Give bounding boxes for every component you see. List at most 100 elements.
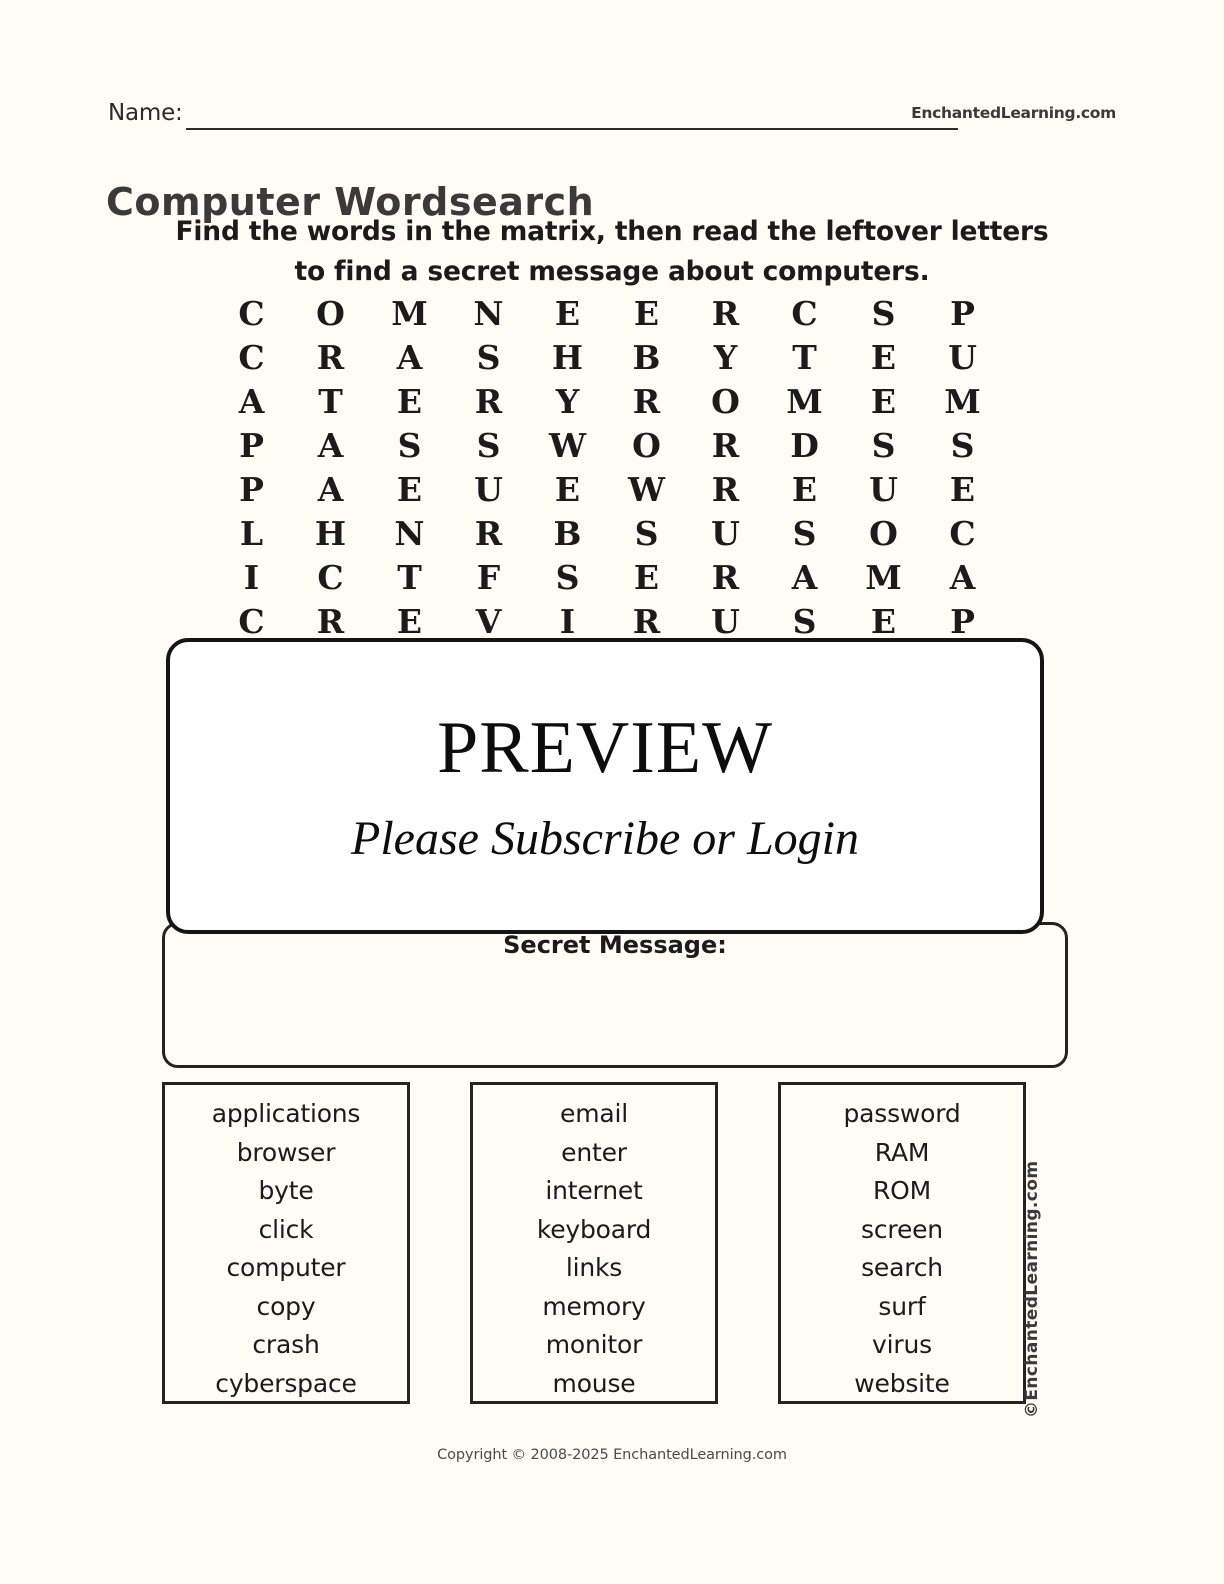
word-list-item[interactable]: surf <box>781 1288 1023 1327</box>
word-list-item[interactable]: memory <box>473 1288 715 1327</box>
word-list-item[interactable]: virus <box>781 1326 1023 1365</box>
matrix-letter[interactable]: Y <box>528 380 607 424</box>
matrix-letter[interactable]: E <box>607 556 686 600</box>
matrix-letter[interactable]: C <box>923 512 1002 556</box>
matrix-letter[interactable]: S <box>844 292 923 336</box>
matrix-letter[interactable]: R <box>686 468 765 512</box>
matrix-letter[interactable]: R <box>607 380 686 424</box>
matrix-letter[interactable]: B <box>528 512 607 556</box>
matrix-letter[interactable]: S <box>844 424 923 468</box>
matrix-letter[interactable]: C <box>212 336 291 380</box>
word-list-item[interactable]: RAM <box>781 1134 1023 1173</box>
matrix-letter[interactable]: H <box>528 336 607 380</box>
word-list-item[interactable]: monitor <box>473 1326 715 1365</box>
matrix-letter[interactable]: M <box>844 556 923 600</box>
matrix-letter[interactable]: S <box>923 424 1002 468</box>
matrix-letter[interactable]: I <box>212 556 291 600</box>
word-list-item[interactable]: cyberspace <box>165 1365 407 1404</box>
matrix-letter[interactable]: L <box>212 512 291 556</box>
word-list-item[interactable]: byte <box>165 1172 407 1211</box>
matrix-letter[interactable]: Y <box>686 336 765 380</box>
word-list-item[interactable]: screen <box>781 1211 1023 1250</box>
matrix-letter[interactable]: U <box>686 512 765 556</box>
word-list-item[interactable]: browser <box>165 1134 407 1173</box>
matrix-letter[interactable]: R <box>686 292 765 336</box>
matrix-letter[interactable]: O <box>607 424 686 468</box>
word-list-item[interactable]: password <box>781 1095 1023 1134</box>
matrix-letter[interactable]: O <box>291 292 370 336</box>
matrix-letter[interactable]: O <box>686 380 765 424</box>
matrix-letter[interactable]: M <box>370 292 449 336</box>
matrix-letter[interactable]: S <box>765 512 844 556</box>
word-list-item[interactable]: website <box>781 1365 1023 1404</box>
matrix-letter[interactable]: E <box>923 468 1002 512</box>
matrix-letter[interactable]: P <box>212 468 291 512</box>
matrix-letter[interactable]: U <box>923 336 1002 380</box>
matrix-letter[interactable]: E <box>607 292 686 336</box>
matrix-letter[interactable]: T <box>291 380 370 424</box>
matrix-letter[interactable]: A <box>765 556 844 600</box>
matrix-letter[interactable]: M <box>923 380 1002 424</box>
matrix-letter[interactable]: E <box>370 468 449 512</box>
matrix-letter[interactable]: C <box>291 556 370 600</box>
matrix-letter[interactable]: A <box>212 380 291 424</box>
matrix-letter[interactable]: R <box>291 336 370 380</box>
matrix-letter[interactable]: S <box>449 336 528 380</box>
word-list-item[interactable]: enter <box>473 1134 715 1173</box>
word-list-item[interactable]: copy <box>165 1288 407 1327</box>
matrix-letter[interactable]: R <box>449 512 528 556</box>
matrix-row: ATERYROMEM <box>212 380 1002 424</box>
side-brand-text: ©EnchantedLearning.com <box>1022 1160 1042 1418</box>
word-list-item[interactable]: links <box>473 1249 715 1288</box>
matrix-letter[interactable]: P <box>212 424 291 468</box>
name-input-line[interactable] <box>186 128 958 130</box>
word-list-item[interactable]: ROM <box>781 1172 1023 1211</box>
matrix-letter[interactable]: F <box>449 556 528 600</box>
matrix-letter[interactable]: W <box>607 468 686 512</box>
word-list-item[interactable]: applications <box>165 1095 407 1134</box>
matrix-letter[interactable]: E <box>844 336 923 380</box>
matrix-letter[interactable]: A <box>291 468 370 512</box>
matrix-letter[interactable]: D <box>765 424 844 468</box>
matrix-letter[interactable]: N <box>449 292 528 336</box>
matrix-letter[interactable]: E <box>528 292 607 336</box>
matrix-letter[interactable]: C <box>765 292 844 336</box>
matrix-letter[interactable]: R <box>449 380 528 424</box>
word-list-item[interactable]: internet <box>473 1172 715 1211</box>
matrix-letter[interactable]: B <box>607 336 686 380</box>
matrix-letter[interactable]: T <box>370 556 449 600</box>
matrix-letter[interactable]: E <box>765 468 844 512</box>
matrix-letter[interactable]: S <box>370 424 449 468</box>
matrix-letter[interactable]: C <box>212 292 291 336</box>
word-list-item[interactable]: email <box>473 1095 715 1134</box>
matrix-letter[interactable]: R <box>686 556 765 600</box>
matrix-letter[interactable]: T <box>765 336 844 380</box>
matrix-letter[interactable]: S <box>449 424 528 468</box>
preview-overlay[interactable]: PREVIEW Please Subscribe or Login <box>166 638 1044 934</box>
word-list-item[interactable]: click <box>165 1211 407 1250</box>
matrix-letter[interactable]: N <box>370 512 449 556</box>
matrix-letter[interactable]: E <box>528 468 607 512</box>
word-list-item[interactable]: computer <box>165 1249 407 1288</box>
word-list-item[interactable]: search <box>781 1249 1023 1288</box>
secret-message-box[interactable]: Secret Message: <box>162 922 1068 1068</box>
matrix-letter[interactable]: W <box>528 424 607 468</box>
matrix-letter[interactable]: A <box>923 556 1002 600</box>
preview-subscribe-prompt[interactable]: Please Subscribe or Login <box>351 811 859 866</box>
word-list-item[interactable]: keyboard <box>473 1211 715 1250</box>
matrix-letter[interactable]: A <box>370 336 449 380</box>
matrix-letter[interactable]: R <box>686 424 765 468</box>
matrix-letter[interactable]: E <box>844 380 923 424</box>
matrix-letter[interactable]: S <box>528 556 607 600</box>
matrix-letter[interactable]: H <box>291 512 370 556</box>
matrix-letter[interactable]: M <box>765 380 844 424</box>
matrix-letter[interactable]: O <box>844 512 923 556</box>
matrix-letter[interactable]: S <box>607 512 686 556</box>
matrix-letter[interactable]: E <box>370 380 449 424</box>
matrix-letter[interactable]: U <box>844 468 923 512</box>
matrix-letter[interactable]: P <box>923 292 1002 336</box>
word-list-item[interactable]: mouse <box>473 1365 715 1404</box>
matrix-letter[interactable]: A <box>291 424 370 468</box>
word-list-item[interactable]: crash <box>165 1326 407 1365</box>
matrix-letter[interactable]: U <box>449 468 528 512</box>
